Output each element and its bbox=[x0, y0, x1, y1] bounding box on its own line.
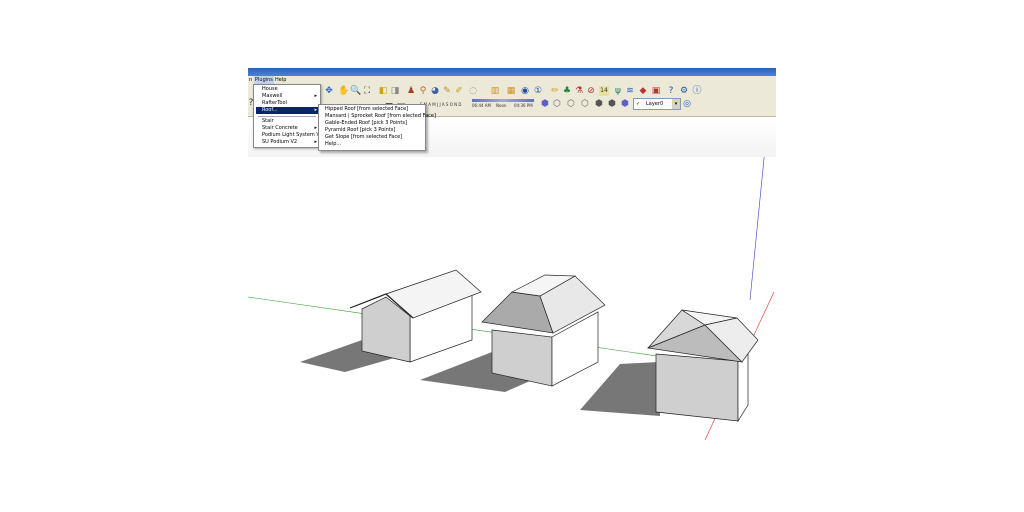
eraser-icon[interactable]: ◌ bbox=[468, 86, 478, 96]
section-plane-icon[interactable]: ✎ bbox=[442, 86, 452, 96]
pan-icon[interactable]: ✋ bbox=[338, 86, 349, 96]
plugins-menu-item[interactable]: House bbox=[262, 86, 278, 93]
plugins-menu: House Maxwell ▸ RafterTool Roof... ▸ Sta… bbox=[253, 84, 323, 148]
component-icon[interactable]: ▥ bbox=[490, 86, 500, 96]
roof-submenu: Hipped Roof [from selected Face] Mansard… bbox=[318, 104, 436, 151]
plugins-menu-item[interactable]: SU Podium V2 bbox=[262, 139, 297, 146]
roof-submenu-item[interactable]: Mansard | Sprocket Roof [from elected Fa… bbox=[325, 113, 436, 120]
counter-icon[interactable]: 14 bbox=[599, 86, 609, 96]
sandbox-icon[interactable]: ♣ bbox=[562, 86, 572, 96]
paint-icon[interactable]: ✐ bbox=[454, 86, 464, 96]
warehouse-icon[interactable]: ① bbox=[533, 86, 543, 96]
time-noon-label: Noon bbox=[496, 103, 507, 108]
export-icon[interactable]: ▣ bbox=[651, 86, 661, 96]
layer-manager-icon[interactable]: ◎ bbox=[682, 99, 692, 109]
gable-house[interactable] bbox=[300, 269, 482, 372]
plugins-menu-item[interactable]: RafterTool bbox=[262, 100, 287, 107]
get-models-icon[interactable]: ▦ bbox=[506, 86, 516, 96]
top-view-icon[interactable]: ⬡ bbox=[552, 99, 562, 109]
submenu-arrow-icon: ▸ bbox=[314, 139, 317, 145]
settings-icon[interactable]: ⚙ bbox=[679, 86, 689, 96]
shield-icon[interactable]: ◆ bbox=[638, 86, 648, 96]
zoom-extents-icon[interactable]: ⛶ bbox=[362, 86, 372, 96]
submenu-arrow-icon: ▸ bbox=[314, 107, 317, 113]
dropper-icon[interactable]: ⚗ bbox=[574, 86, 584, 96]
roof-submenu-item[interactable]: Hipped Roof [from selected Face] bbox=[325, 106, 408, 113]
look-around-icon[interactable]: ◕ bbox=[430, 86, 440, 96]
plugins-menu-item-selected[interactable]: Roof... bbox=[256, 107, 318, 114]
menu-help[interactable]: Help bbox=[274, 76, 287, 84]
roof-submenu-item[interactable]: Gable-Ended Roof [pick 3 Points] bbox=[325, 120, 407, 127]
plugins-menu-item[interactable]: Podium Light System V2 bbox=[262, 132, 323, 139]
menu-bar: n Plugins Help bbox=[248, 76, 776, 84]
plugins-menu-item[interactable]: Maxwell bbox=[262, 93, 282, 100]
pyramid-house-front-wall bbox=[655, 353, 739, 422]
position-camera-icon[interactable]: ⚲ bbox=[418, 86, 428, 96]
share-model-icon[interactable]: ◉ bbox=[520, 86, 530, 96]
right-view-icon[interactable]: ⬡ bbox=[580, 99, 590, 109]
time-end-label: 04:36 PM bbox=[514, 103, 533, 108]
menu-plugins[interactable]: Plugins bbox=[254, 76, 274, 84]
submenu-arrow-icon: ▸ bbox=[314, 125, 317, 131]
time-slider-track bbox=[472, 99, 534, 102]
zoom-icon[interactable]: 🔍 bbox=[350, 86, 361, 96]
roof-submenu-item[interactable]: Pyramid Roof [pick 3 Points] bbox=[325, 127, 395, 134]
roof-submenu-item[interactable]: Get Slope [from selected Face] bbox=[325, 134, 402, 141]
title-bar bbox=[248, 68, 776, 76]
left-view-icon[interactable]: ⬢ bbox=[607, 99, 617, 109]
wave-icon[interactable]: ≋ bbox=[625, 86, 635, 96]
layer-check-icon: ✓ bbox=[636, 101, 641, 107]
previous-view-icon[interactable]: ◧ bbox=[378, 86, 388, 96]
next-view-icon[interactable]: ◨ bbox=[390, 86, 400, 96]
menu-divider bbox=[258, 116, 316, 117]
pencil-icon[interactable]: ✏ bbox=[550, 86, 560, 96]
month-labels: F M A M J J A S O N D bbox=[420, 102, 462, 107]
layer-current: Layer0 bbox=[646, 101, 664, 107]
plugins-menu-item[interactable]: Stair bbox=[262, 118, 274, 125]
grass-icon[interactable]: ψ bbox=[613, 86, 623, 96]
pyramid-house[interactable] bbox=[580, 309, 759, 423]
iso-view-icon[interactable]: ⬢ bbox=[540, 99, 550, 109]
submenu-arrow-icon: ▸ bbox=[314, 93, 317, 99]
plugins-menu-item[interactable]: Stair Concrete bbox=[262, 125, 298, 132]
roof-submenu-item[interactable]: Help... bbox=[325, 141, 341, 148]
back-view-icon[interactable]: ⬢ bbox=[594, 99, 604, 109]
about-icon[interactable]: ⓘ bbox=[692, 86, 702, 96]
chevron-down-icon[interactable]: ▾ bbox=[672, 99, 680, 109]
layer-icon[interactable]: ⬢ bbox=[620, 99, 630, 109]
help-icon[interactable]: ? bbox=[666, 86, 676, 96]
stop-icon[interactable]: ⊘ bbox=[586, 86, 596, 96]
shadow-time-slider[interactable]: 06:44 AM Noon 04:36 PM bbox=[472, 99, 534, 109]
menu-partial[interactable]: n bbox=[248, 76, 253, 84]
orbit-icon[interactable]: ✥ bbox=[324, 86, 334, 96]
pyramid-house-shadow bbox=[580, 362, 660, 416]
front-view-icon[interactable]: ⬡ bbox=[566, 99, 576, 109]
layer-dropdown[interactable]: ✓ Layer0 ▾ bbox=[633, 98, 681, 110]
time-start-label: 06:44 AM bbox=[472, 103, 491, 108]
walk-icon[interactable]: ♟ bbox=[406, 86, 416, 96]
